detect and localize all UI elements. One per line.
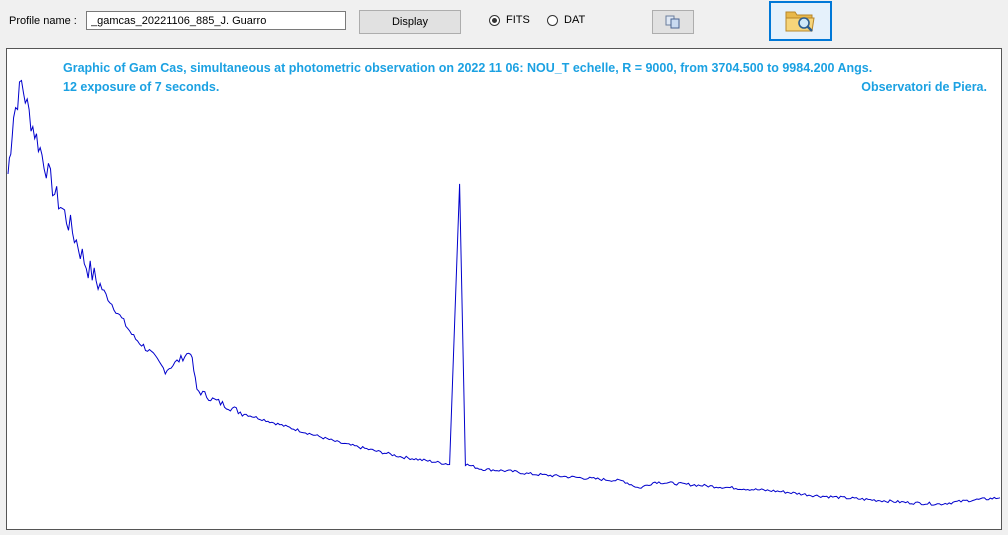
open-folder-button[interactable] bbox=[769, 1, 832, 41]
dat-radio-dot[interactable] bbox=[547, 14, 558, 26]
copy-button[interactable] bbox=[652, 10, 694, 34]
plot-title-line1: Graphic of Gam Cas, simultaneous at phot… bbox=[63, 61, 873, 75]
copy-icon bbox=[665, 15, 680, 29]
spectrum-plot: Graphic of Gam Cas, simultaneous at phot… bbox=[6, 48, 1002, 530]
spectrum-series-line bbox=[7, 79, 1001, 506]
toolbar: Profile name : Display FITS DAT bbox=[0, 0, 1008, 46]
fits-radio[interactable]: FITS bbox=[489, 14, 530, 26]
plot-title-line2: 12 exposure of 7 seconds. bbox=[63, 80, 220, 94]
dat-radio-label: DAT bbox=[564, 14, 586, 26]
folder-search-icon bbox=[785, 11, 815, 32]
profile-name-input[interactable] bbox=[86, 11, 346, 30]
spectrum-chart bbox=[7, 79, 1001, 506]
display-button[interactable]: Display bbox=[359, 10, 461, 34]
dat-radio[interactable]: DAT bbox=[547, 14, 585, 26]
fits-radio-dot[interactable] bbox=[489, 14, 500, 26]
plot-title-line3: Observatori de Piera. bbox=[861, 80, 987, 94]
fits-radio-label: FITS bbox=[506, 14, 530, 26]
profile-name-label: Profile name : bbox=[9, 15, 77, 27]
